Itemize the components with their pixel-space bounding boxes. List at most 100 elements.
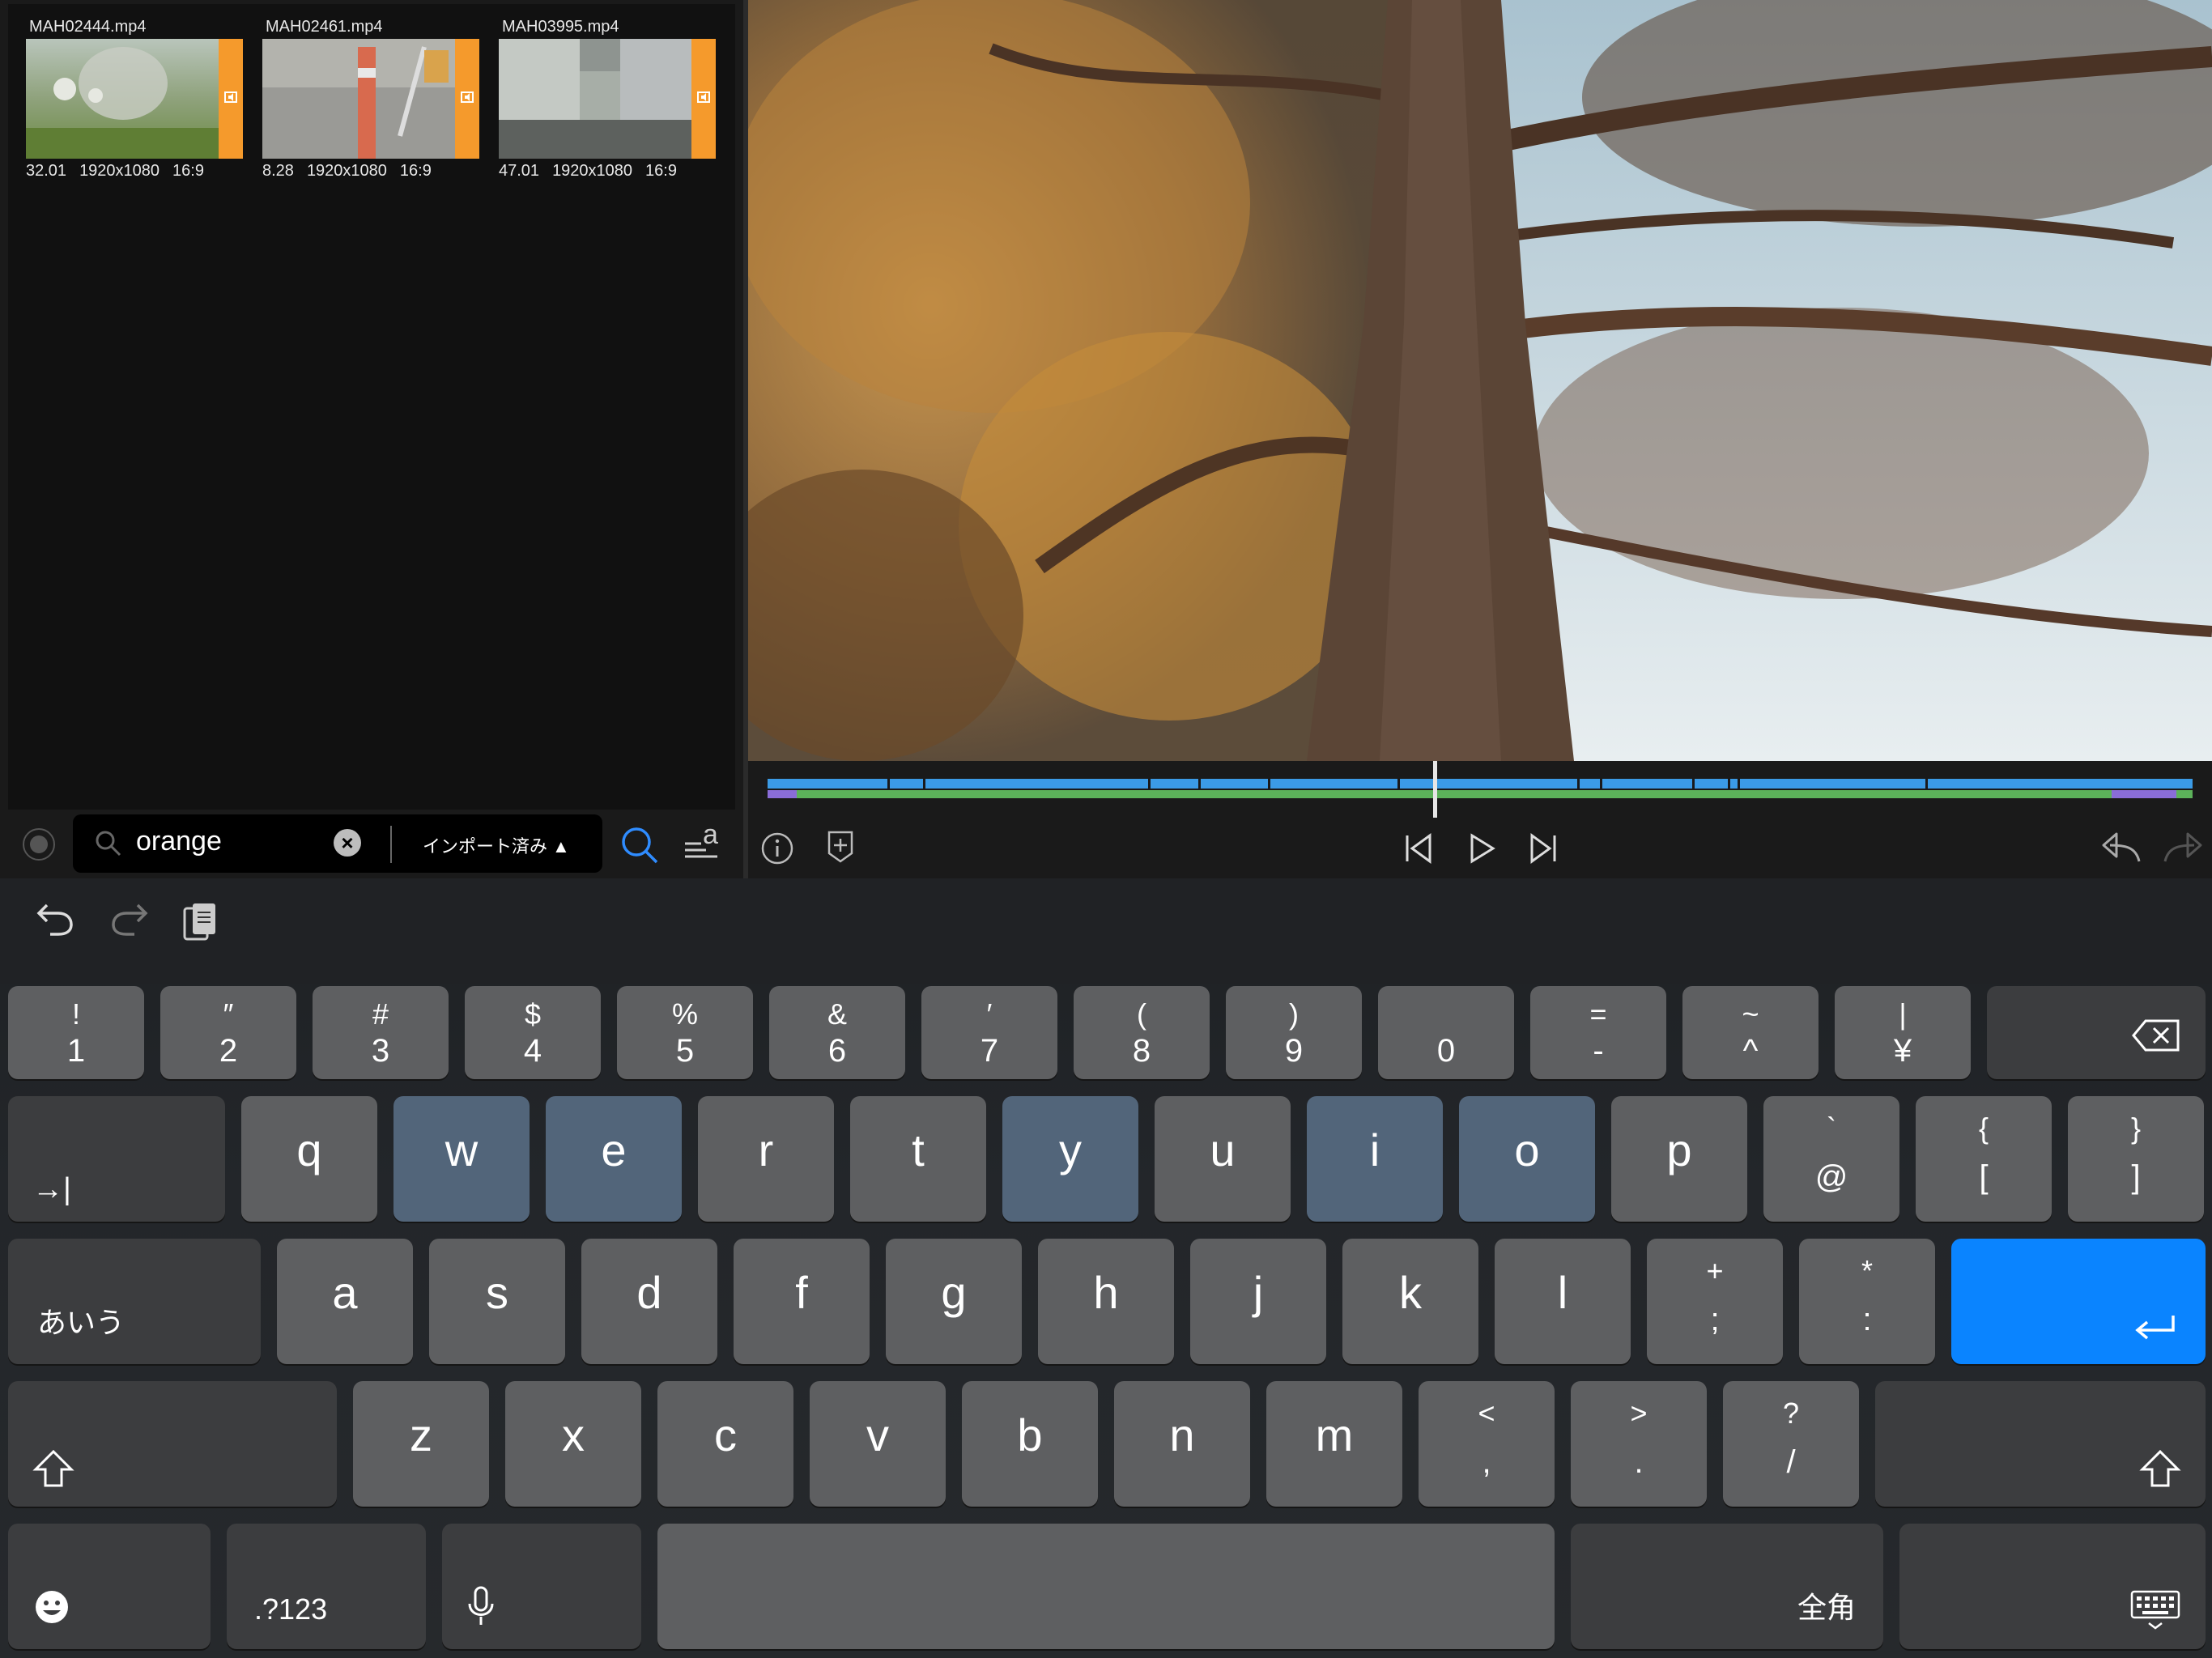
key-8[interactable]: (8 xyxy=(1074,986,1210,1079)
paste-icon[interactable] xyxy=(181,900,220,944)
key-shift-label: ′ xyxy=(986,997,993,1031)
key-d[interactable]: d xyxy=(581,1239,717,1364)
playhead[interactable] xyxy=(1433,761,1437,818)
key-:[interactable]: *: xyxy=(1799,1239,1935,1364)
key-m[interactable]: m xyxy=(1266,1381,1402,1507)
dictation-key[interactable] xyxy=(442,1524,641,1649)
key-k[interactable]: k xyxy=(1342,1239,1478,1364)
redo-icon[interactable] xyxy=(108,900,151,939)
key-label: c xyxy=(714,1409,737,1461)
sort-button[interactable]: a xyxy=(682,819,724,865)
kana-mode-key[interactable]: あいう xyxy=(8,1239,261,1364)
skip-forward-icon[interactable] xyxy=(1525,831,1561,866)
key-g[interactable]: g xyxy=(886,1239,1022,1364)
key-[[interactable]: {[ xyxy=(1916,1096,2052,1222)
key-a[interactable]: a xyxy=(277,1239,413,1364)
shift-key-right[interactable] xyxy=(1875,1381,2206,1507)
key-c[interactable]: c xyxy=(657,1381,793,1507)
key-4[interactable]: $4 xyxy=(465,986,601,1079)
shift-key-left[interactable] xyxy=(8,1381,337,1507)
key-;[interactable]: +; xyxy=(1647,1239,1783,1364)
key-o[interactable]: o xyxy=(1459,1096,1595,1222)
key-,[interactable]: <, xyxy=(1419,1381,1555,1507)
add-marker-icon[interactable] xyxy=(824,829,857,865)
hide-keyboard-key[interactable] xyxy=(1899,1524,2206,1649)
key-/[interactable]: ? / xyxy=(1723,1381,1859,1507)
key-¥[interactable]: | ¥ xyxy=(1835,986,1971,1079)
key-shift-label: = xyxy=(1589,997,1607,1031)
search-query[interactable]: orange xyxy=(136,826,222,857)
undo-icon[interactable] xyxy=(2100,829,2142,866)
key-i[interactable]: i xyxy=(1307,1096,1443,1222)
key-label: b xyxy=(1017,1409,1043,1461)
video-viewer[interactable] xyxy=(748,0,2212,761)
key-5[interactable]: % 5 xyxy=(617,986,753,1079)
key-label: y xyxy=(1059,1124,1082,1176)
space-key[interactable] xyxy=(657,1524,1555,1649)
key-r[interactable]: r xyxy=(698,1096,834,1222)
play-icon[interactable] xyxy=(1464,831,1499,866)
record-button[interactable] xyxy=(23,828,55,861)
key-9[interactable]: ) 9 xyxy=(1226,986,1362,1079)
key-x[interactable]: x xyxy=(505,1381,641,1507)
redo-icon[interactable] xyxy=(2162,829,2204,866)
key-1[interactable]: ! 1 xyxy=(8,986,144,1079)
key-q[interactable]: q xyxy=(241,1096,377,1222)
key-l[interactable]: l xyxy=(1495,1239,1631,1364)
key-t[interactable]: t xyxy=(850,1096,986,1222)
key-h[interactable]: h xyxy=(1038,1239,1174,1364)
key-][interactable]: }] xyxy=(2068,1096,2204,1222)
key-3[interactable]: #3 xyxy=(313,986,449,1079)
key-@[interactable]: ` @ xyxy=(1763,1096,1899,1222)
key-b[interactable]: b xyxy=(962,1381,1098,1507)
clip-name: MAH02461.mp4 xyxy=(266,18,383,36)
key-s[interactable]: s xyxy=(429,1239,565,1364)
speaker-icon xyxy=(461,91,474,103)
key--[interactable]: = - xyxy=(1530,986,1666,1079)
key-j[interactable]: j xyxy=(1190,1239,1326,1364)
tab-key[interactable]: →| xyxy=(8,1096,225,1222)
key-n[interactable]: n xyxy=(1114,1381,1250,1507)
emoji-key[interactable] xyxy=(8,1524,211,1649)
clip-thumbnail[interactable] xyxy=(262,39,479,159)
key-6[interactable]: & 6 xyxy=(769,986,905,1079)
clip-thumbnail[interactable] xyxy=(499,39,716,159)
delete-key[interactable] xyxy=(1987,986,2206,1079)
clip-metadata: 8.28 1920x1080 16:9 xyxy=(262,162,432,180)
key-0[interactable]: 0 xyxy=(1378,986,1514,1079)
key-label: 7 xyxy=(980,1032,999,1069)
key-label: i xyxy=(1369,1124,1380,1176)
key-w[interactable]: w xyxy=(393,1096,530,1222)
timeline-audio-track[interactable] xyxy=(768,790,2193,798)
key-v[interactable]: v xyxy=(810,1381,946,1507)
clear-search-button[interactable]: × xyxy=(334,829,361,857)
numbers-mode-key[interactable]: .?123 xyxy=(227,1524,426,1649)
key-.[interactable]: >. xyxy=(1571,1381,1707,1507)
key-z[interactable]: z xyxy=(353,1381,489,1507)
info-icon[interactable] xyxy=(759,831,795,866)
key-7[interactable]: ′ 7 xyxy=(921,986,1057,1079)
timeline-video-track[interactable] xyxy=(768,779,2193,789)
return-key[interactable] xyxy=(1951,1239,2206,1364)
undo-icon[interactable] xyxy=(34,900,76,939)
import-filter-dropdown[interactable]: インポート済み ▲ xyxy=(423,832,570,858)
key-2[interactable]: ″ 2 xyxy=(160,986,296,1079)
key-e[interactable]: e xyxy=(546,1096,682,1222)
clip-thumbnail[interactable] xyxy=(26,39,243,159)
key-shift-label: ( xyxy=(1137,997,1146,1031)
search-toggle-icon[interactable] xyxy=(619,824,661,866)
key-shift-label: * xyxy=(1861,1253,1873,1287)
zenkaku-key[interactable]: 全角 xyxy=(1571,1524,1883,1649)
key-label: / xyxy=(1786,1443,1796,1480)
key-p[interactable]: p xyxy=(1611,1096,1747,1222)
key-f[interactable]: f xyxy=(734,1239,870,1364)
clip-metadata: 32.01 1920x1080 16:9 xyxy=(26,162,204,180)
skip-back-icon[interactable] xyxy=(1401,831,1436,866)
key-y[interactable]: y xyxy=(1002,1096,1138,1222)
key-^[interactable]: ~ ^ xyxy=(1682,986,1819,1079)
key-u[interactable]: u xyxy=(1155,1096,1291,1222)
key-label: 9 xyxy=(1284,1032,1304,1069)
timeline-marker-end xyxy=(2112,790,2176,798)
key-label: k xyxy=(1399,1267,1422,1319)
key-label: p xyxy=(1666,1124,1692,1176)
